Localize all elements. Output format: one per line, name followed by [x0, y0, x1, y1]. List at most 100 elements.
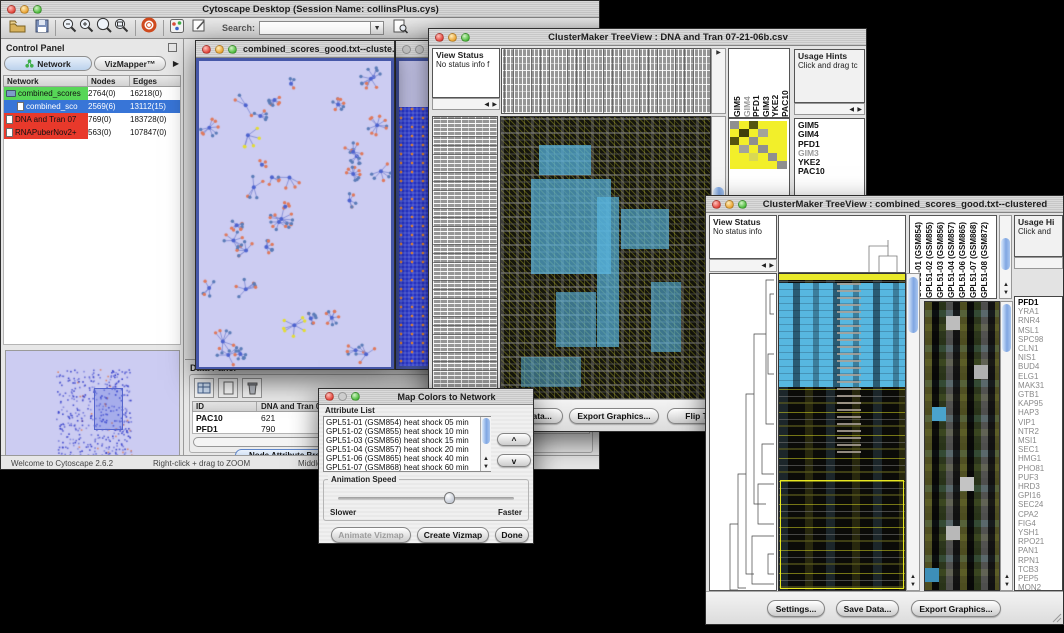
treeview2-title-bar[interactable]: ClusterMaker TreeView : combined_scores_… — [706, 196, 1063, 213]
gene-label[interactable]: PEP5 — [1018, 574, 1062, 583]
gene-label[interactable]: RPO21 — [1018, 537, 1062, 546]
scroll-thumb[interactable] — [1002, 304, 1011, 352]
annotation-icon[interactable] — [191, 18, 208, 39]
zoom-window-icon[interactable] — [461, 33, 470, 42]
gene-label[interactable]: ELG1 — [1018, 372, 1062, 381]
column-label[interactable]: PAC10 — [780, 49, 790, 117]
usage-hints-hscrollbar[interactable]: ◀ ▶ — [794, 103, 865, 115]
view-status-hscrollbar[interactable]: ◀ ▶ — [432, 98, 500, 110]
gene-label[interactable]: YSH1 — [1018, 528, 1062, 537]
new-attribute-icon[interactable] — [218, 378, 238, 398]
scroll-down-icon[interactable]: ▼ — [483, 464, 489, 470]
attribute-item[interactable]: GPL51-07 (GSM868) heat shock 60 min — [326, 463, 478, 472]
scroll-up-icon[interactable]: ▲ — [483, 456, 489, 462]
slider-thumb[interactable] — [444, 492, 455, 504]
resize-grip-icon[interactable] — [1052, 613, 1062, 623]
gene-label[interactable]: RNR4 — [1018, 316, 1062, 325]
column-dendrogram-area[interactable] — [778, 215, 906, 273]
gene-label[interactable]: VIP1 — [1018, 418, 1062, 427]
save-icon[interactable] — [34, 18, 50, 39]
close-icon[interactable] — [402, 45, 411, 54]
dialog-title-bar[interactable]: Map Colors to Network — [319, 389, 533, 405]
column-label[interactable]: GIM3 — [761, 49, 771, 117]
column-label[interactable]: GIM4 — [742, 49, 752, 117]
similarity-matrix[interactable] — [730, 121, 787, 169]
zoomed-heatmap-vscrollbar[interactable]: ▲ ▼ — [1000, 301, 1013, 591]
zoom-window-icon[interactable] — [738, 200, 747, 209]
search-dropdown-button[interactable]: ▼ — [371, 21, 384, 35]
gene-label[interactable]: NIS1 — [1018, 353, 1062, 362]
network-window-title-bar[interactable]: combined_scores_good.txt--cluste... — [196, 41, 394, 58]
column-label[interactable]: GPL51-08 (GSM872) — [980, 216, 991, 298]
tab-vizmapper[interactable]: VizMapper™ — [94, 56, 166, 71]
zoom-in-icon[interactable] — [78, 17, 95, 39]
column-labels-vscrollbar[interactable]: ▲ ▼ — [999, 215, 1012, 299]
scroll-left-icon[interactable]: ◀ — [849, 107, 854, 113]
search-input[interactable] — [259, 21, 371, 35]
move-up-button[interactable]: ^ — [497, 433, 531, 446]
float-panel-icon[interactable] — [168, 43, 177, 52]
settings-button[interactable]: Settings... — [767, 600, 825, 617]
scroll-left-icon[interactable]: ◀ — [484, 102, 489, 108]
close-icon[interactable] — [202, 45, 211, 54]
index-search-icon[interactable] — [392, 18, 409, 39]
zoom-window-icon[interactable] — [351, 392, 360, 401]
column-label[interactable]: GIM5 — [732, 49, 742, 117]
animation-speed-slider[interactable] — [338, 497, 514, 500]
main-title-bar[interactable]: Cytoscape Desktop (Session Name: collins… — [1, 1, 599, 18]
close-icon[interactable] — [7, 5, 16, 14]
attribute-item[interactable]: GPL51-06 (GSM865) heat shock 40 min — [326, 454, 478, 463]
gene-label[interactable]: CPA2 — [1018, 510, 1062, 519]
treeview1-title-bar[interactable]: ClusterMaker TreeView : DNA and Tran 07-… — [429, 29, 866, 46]
gene-label[interactable]: PHO81 — [1018, 464, 1062, 473]
gene-label[interactable]: BUD4 — [1018, 362, 1062, 371]
network-canvas[interactable] — [199, 61, 391, 367]
treeview1-heatmap[interactable] — [500, 116, 711, 401]
gene-label[interactable]: FIG4 — [1018, 519, 1062, 528]
network-overview[interactable] — [5, 350, 180, 462]
attribute-item[interactable]: GPL51-03 (GSM856) heat shock 15 min — [326, 436, 478, 445]
create-vizmap-button[interactable]: Create Vizmap — [417, 527, 489, 543]
treeview2-heatmap-vscrollbar[interactable]: ▲ ▼ — [906, 273, 920, 591]
network-row[interactable]: combined_scores 2764(0) 16218(0) — [4, 87, 180, 100]
gene-label[interactable]: HMG1 — [1018, 454, 1062, 463]
network-row[interactable]: combined_sco 2569(6) 13112(15) — [4, 100, 180, 113]
column-label[interactable]: GPL51-04 (GSM857) — [947, 216, 958, 298]
close-icon[interactable] — [712, 200, 721, 209]
scroll-left-icon[interactable]: ◀ — [761, 263, 766, 269]
gene-label[interactable]: YRA1 — [1018, 307, 1062, 316]
gene-label[interactable]: MSL1 — [1018, 326, 1062, 335]
gene-label[interactable]: CLN1 — [1018, 344, 1062, 353]
column-label[interactable]: GPL51-06 (GSM865) — [958, 216, 969, 298]
scroll-down-icon[interactable]: ▼ — [1004, 582, 1010, 588]
close-icon[interactable] — [435, 33, 444, 42]
scroll-thumb[interactable] — [1001, 238, 1010, 270]
zoom-selected-icon[interactable] — [113, 17, 130, 39]
column-label[interactable]: GPL51-07 (GSM868) — [969, 216, 980, 298]
table-mode-icon[interactable] — [194, 378, 214, 398]
scroll-thumb[interactable] — [482, 418, 490, 444]
scroll-thumb[interactable] — [908, 277, 918, 333]
gene-label[interactable]: PAN1 — [1018, 546, 1062, 555]
move-down-button[interactable]: v — [497, 454, 531, 467]
attribute-item[interactable]: GPL51-04 (GSM857) heat shock 20 min — [326, 445, 478, 454]
zoom-fit-icon[interactable] — [95, 17, 113, 39]
minimize-icon[interactable] — [20, 5, 29, 14]
scroll-right-icon[interactable]: ▶ — [769, 263, 774, 269]
minimize-icon[interactable] — [215, 45, 224, 54]
delete-attribute-trash-icon[interactable] — [242, 378, 262, 398]
done-button[interactable]: Done — [495, 527, 529, 543]
gene-label[interactable]: PFD1 — [1018, 298, 1062, 307]
minimize-icon[interactable] — [725, 200, 734, 209]
column-label[interactable]: GPL51-02 (GSM855) — [925, 216, 936, 298]
scroll-right-icon[interactable]: ▶ — [492, 102, 497, 108]
attribute-item[interactable]: GPL51-01 (GSM854) heat shock 05 min — [326, 418, 478, 427]
row-dendrogram[interactable] — [432, 116, 498, 401]
zoom-window-icon[interactable] — [33, 5, 42, 14]
gene-label[interactable]: MAK31 — [1018, 381, 1062, 390]
scroll-up-icon[interactable]: ▲ — [1003, 282, 1009, 288]
gene-label[interactable]: GTB1 — [1018, 390, 1062, 399]
attribute-item[interactable]: GPL51-02 (GSM855) heat shock 10 min — [326, 427, 478, 436]
gene-label[interactable]: NTR2 — [1018, 427, 1062, 436]
gene-label[interactable]: KAP95 — [1018, 399, 1062, 408]
